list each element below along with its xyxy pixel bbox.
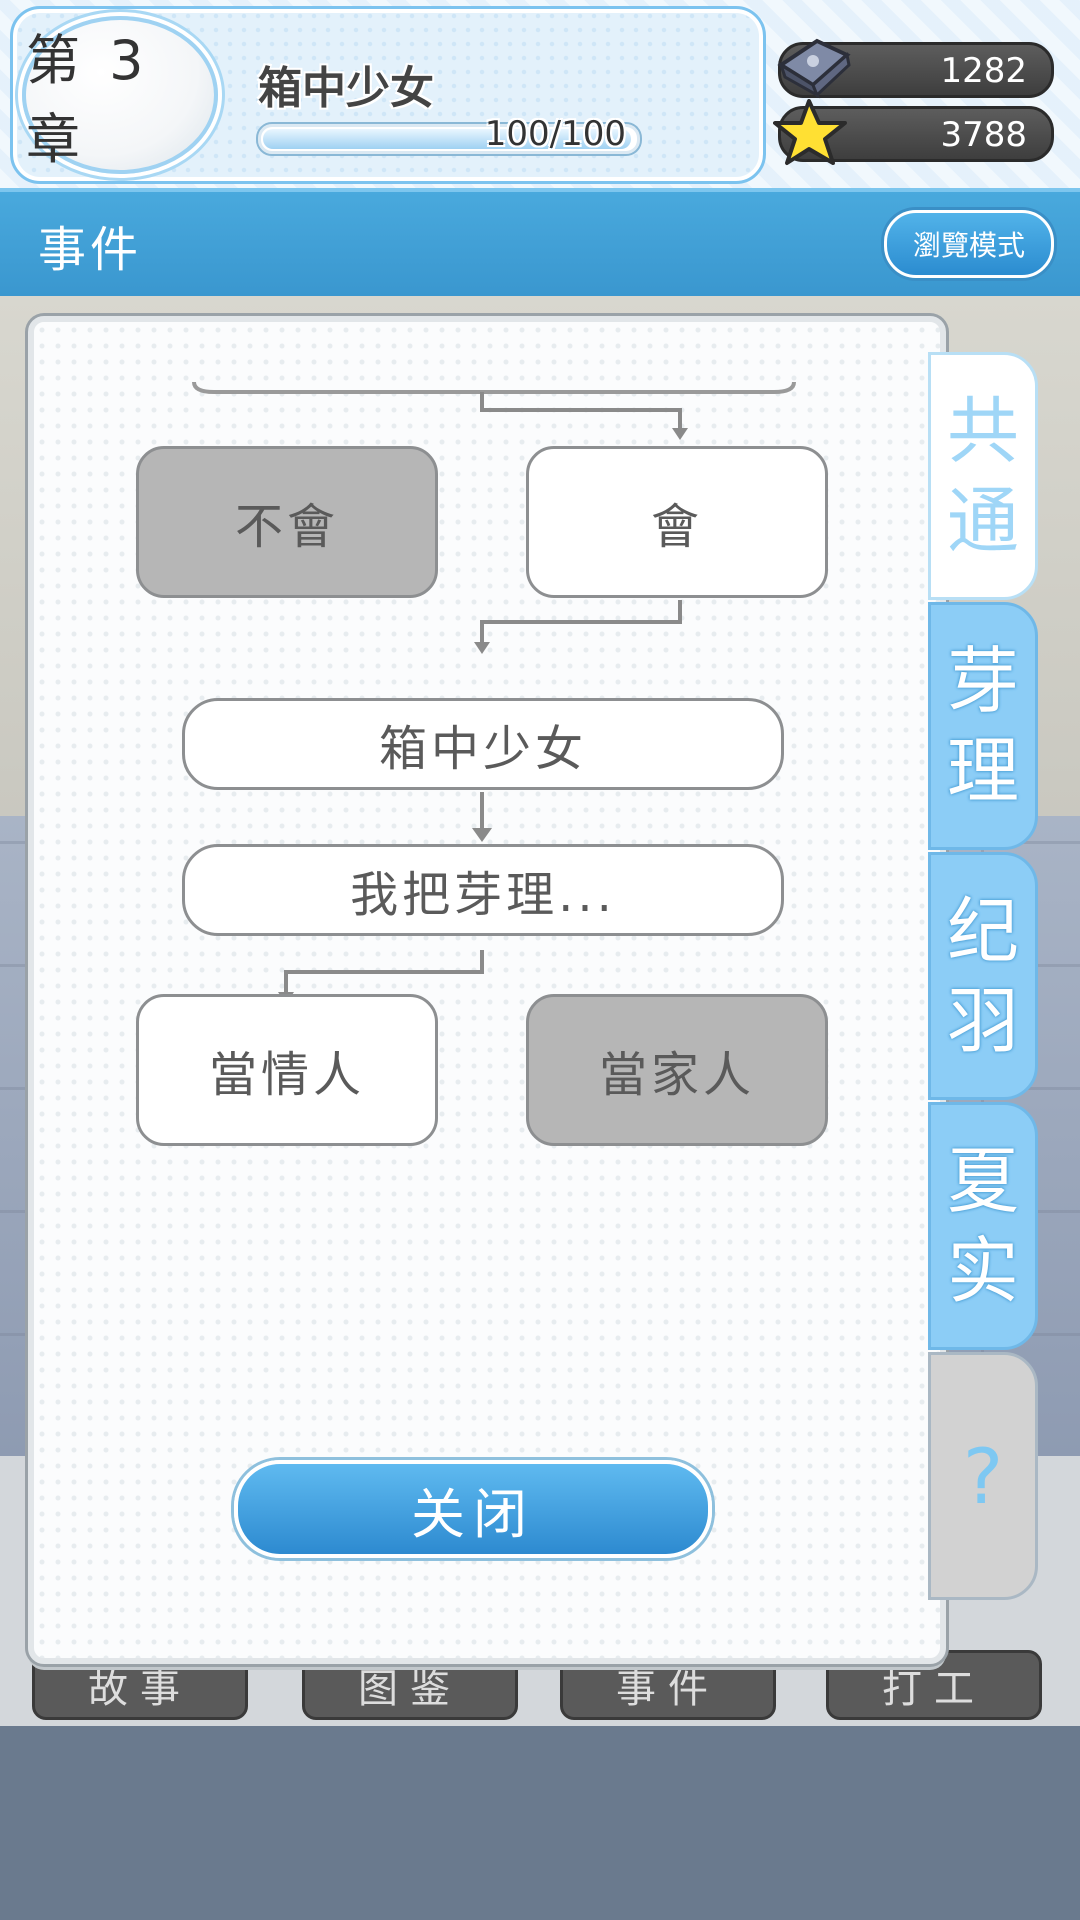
chapter-badge: 第 3 章 <box>22 16 218 174</box>
star-counter: 3788 <box>773 99 1054 165</box>
progress-text: 100/100 <box>484 114 626 154</box>
tab-kiu-label: 纪 羽 <box>946 889 1019 1063</box>
close-button[interactable]: 关闭 <box>234 1460 712 1558</box>
ticket-count: 1282 <box>940 51 1027 91</box>
event-box-girl[interactable]: 箱中少女 <box>182 698 784 790</box>
choice-wont[interactable]: 不會 <box>136 446 438 598</box>
choice-as-family[interactable]: 當家人 <box>526 994 828 1146</box>
event-flowchart-dialog: 不會 會 箱中少女 我把芽理... 當情人 當家人 关闭 <box>28 316 946 1664</box>
tab-kami-label: 夏 实 <box>946 1139 1019 1313</box>
tab-common[interactable]: 共 通 <box>928 352 1038 600</box>
tab-kami[interactable]: 夏 实 <box>928 1102 1038 1350</box>
browse-mode-button[interactable]: 瀏覽模式 <box>884 210 1054 278</box>
help-icon: ? <box>962 1431 1004 1521</box>
top-header: 第 3 章 箱中少女 100/100 1282 3788 <box>0 0 1080 188</box>
event-meri[interactable]: 我把芽理... <box>182 844 784 936</box>
star-icon <box>773 99 847 165</box>
section-bar: 事件 瀏覽模式 <box>0 188 1080 300</box>
ticket-counter: 1282 <box>777 38 1054 99</box>
chapter-progress-bar: 100/100 <box>256 114 642 156</box>
tab-common-label: 共 通 <box>946 389 1019 563</box>
bottom-area <box>0 1726 1080 1920</box>
tab-meri[interactable]: 芽 理 <box>928 602 1038 850</box>
choice-as-lover[interactable]: 當情人 <box>136 994 438 1146</box>
choice-will[interactable]: 會 <box>526 446 828 598</box>
tab-help[interactable]: ? <box>928 1352 1038 1600</box>
ticket-icon <box>777 38 851 99</box>
chapter-title: 箱中少女 <box>258 63 434 114</box>
tab-kiu[interactable]: 纪 羽 <box>928 852 1038 1100</box>
section-title: 事件 <box>38 222 143 278</box>
star-count: 3788 <box>940 115 1027 155</box>
tab-meri-label: 芽 理 <box>946 639 1019 813</box>
